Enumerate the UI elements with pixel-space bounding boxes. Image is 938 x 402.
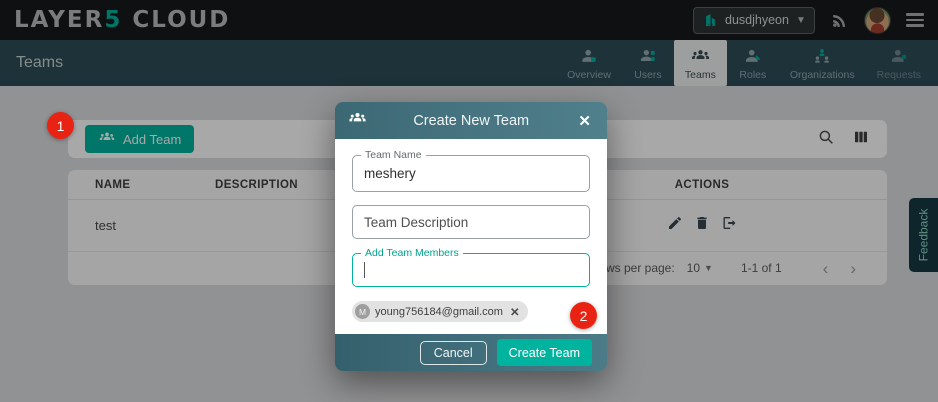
chip-remove-icon[interactable]: ✕ [510, 305, 520, 319]
annotation-step-2-badge: 2 [570, 302, 597, 329]
add-team-members-field[interactable]: Add Team Members [352, 253, 590, 287]
member-avatar: M [355, 304, 370, 319]
create-team-button[interactable]: Create Team [497, 339, 592, 366]
member-email: young756184@gmail.com [375, 306, 503, 318]
team-description-field[interactable]: Team Description [352, 205, 590, 239]
team-name-field-label: Team Name [361, 149, 426, 161]
member-email-chip[interactable]: M young756184@gmail.com ✕ [352, 301, 528, 322]
modal-footer: Cancel Create Team [335, 334, 607, 371]
modal-body: Team Name meshery Team Description Add T… [335, 139, 607, 334]
modal-header: Create New Team ✕ [335, 102, 607, 139]
close-icon[interactable]: ✕ [574, 110, 595, 132]
team-name-field-value: meshery [364, 166, 416, 181]
team-description-placeholder: Team Description [364, 215, 468, 230]
teams-group-icon [347, 109, 368, 133]
team-name-field[interactable]: Team Name meshery [352, 155, 590, 192]
app-window: LAYER5 CLOUD dusdjhyeon ▼ Teams Overview [0, 0, 938, 402]
add-team-members-field-label: Add Team Members [361, 247, 463, 259]
annotation-step-1-badge: 1 [47, 112, 74, 139]
text-cursor [364, 262, 365, 278]
modal-title: Create New Team [368, 113, 574, 129]
create-team-modal: Create New Team ✕ Team Name meshery Team… [335, 102, 607, 371]
cancel-button[interactable]: Cancel [420, 341, 487, 365]
